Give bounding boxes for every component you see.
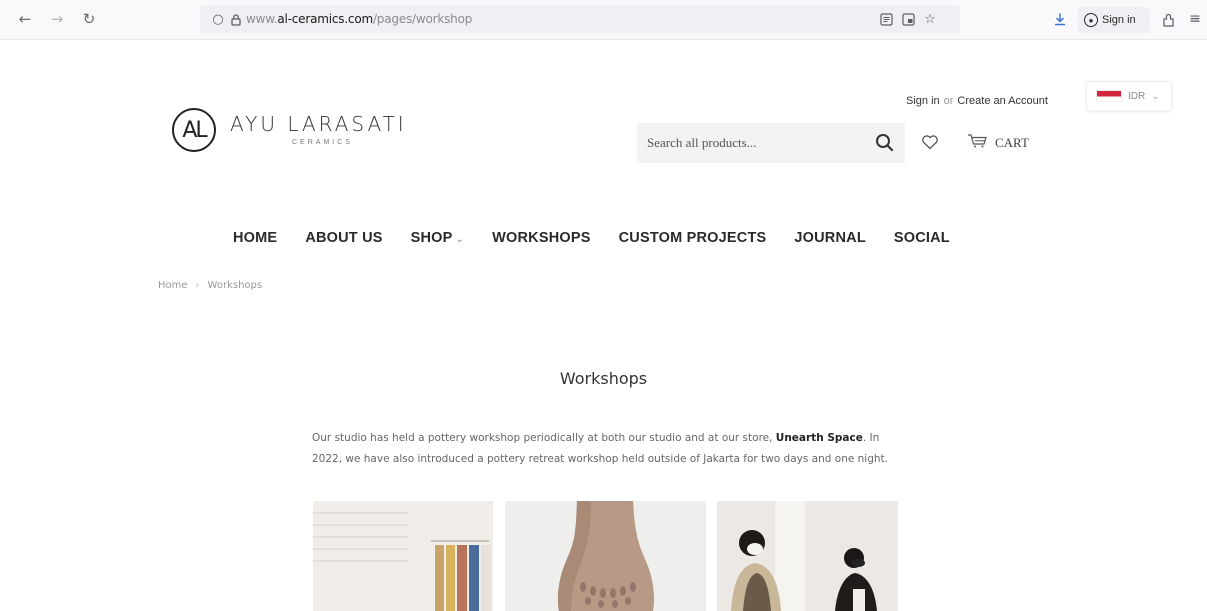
download-icon[interactable]	[1050, 9, 1070, 29]
cart-link[interactable]: CART	[967, 133, 1029, 153]
lock-icon[interactable]	[228, 11, 244, 27]
or-separator: or	[943, 95, 954, 107]
url-path: /pages/workshop	[372, 12, 473, 26]
workshop-photo-studio[interactable]	[313, 501, 493, 611]
chevron-down-icon: ⌄	[455, 234, 465, 245]
heart-icon[interactable]	[920, 132, 940, 152]
nav-item-shop-label: SHOP	[410, 230, 453, 246]
account-links: Sign in or Create an Account	[906, 95, 1048, 107]
currency-code: IDR	[1128, 90, 1146, 102]
cart-label: CART	[995, 135, 1029, 150]
reader-view-icon[interactable]	[878, 11, 894, 27]
intro-paragraph: Our studio has held a pottery workshop p…	[312, 428, 902, 470]
back-icon[interactable]: ←	[14, 8, 36, 30]
main-nav: HOME ABOUT US SHOP ⌄ WORKSHOPS CUSTOM PRO…	[233, 230, 978, 246]
sign-in-link[interactable]: Sign in	[906, 95, 940, 107]
browser-signin-label: Sign in	[1102, 14, 1136, 26]
currency-selector[interactable]: IDR ⌄	[1086, 81, 1172, 111]
url-prefix: www.	[246, 12, 278, 26]
address-bar[interactable]: ○ www.al-ceramics.com/pages/workshop ☆	[200, 5, 960, 33]
unearth-space-link[interactable]: Unearth Space	[776, 432, 863, 444]
browser-toolbar: ← → ↻ ○ www.al-ceramics.com/pages/worksh…	[0, 0, 1207, 40]
nav-item-custom-projects[interactable]: CUSTOM PROJECTS	[619, 230, 767, 246]
menu-icon[interactable]: ≡	[1185, 9, 1205, 29]
extensions-icon[interactable]	[1158, 9, 1178, 29]
breadcrumb-current: Workshops	[207, 280, 263, 291]
nav-item-journal[interactable]: JOURNAL	[794, 230, 866, 246]
browser-signin-button[interactable]: ● Sign in	[1078, 7, 1150, 33]
breadcrumb-separator: ›	[195, 280, 200, 291]
create-account-link[interactable]: Create an Account	[957, 95, 1048, 107]
url-domain: al-ceramics.com	[277, 12, 373, 26]
search-box	[637, 123, 905, 163]
chevron-down-icon: ⌄	[1151, 90, 1160, 102]
bookmark-star-icon[interactable]: ☆	[922, 11, 938, 27]
logo-mark[interactable]: AL	[172, 108, 216, 152]
nav-item-workshops[interactable]: WORKSHOPS	[492, 230, 590, 246]
nav-item-about-us[interactable]: ABOUT US	[305, 230, 382, 246]
breadcrumb-home[interactable]: Home	[158, 280, 188, 291]
search-input[interactable]	[647, 134, 857, 152]
tracking-shield-icon[interactable]: ○	[210, 11, 226, 27]
indonesia-flag-icon	[1096, 90, 1122, 102]
search-icon[interactable]	[874, 132, 896, 154]
cart-icon	[967, 133, 989, 153]
pip-icon[interactable]	[900, 11, 916, 27]
brand-name[interactable]: AYU LARASATI	[230, 112, 407, 136]
breadcrumb: Home › Workshops	[158, 280, 262, 291]
forward-icon[interactable]: →	[46, 8, 68, 30]
intro-text-start: Our studio has held a pottery workshop p…	[312, 432, 776, 444]
workshop-photo-participants[interactable]	[717, 501, 898, 611]
url-text[interactable]: www.al-ceramics.com/pages/workshop	[246, 12, 472, 26]
workshop-photo-pottery[interactable]	[505, 501, 706, 611]
brand-subtitle: CERAMICS	[292, 139, 353, 146]
nav-item-shop[interactable]: SHOP ⌄	[411, 230, 465, 246]
page-title: Workshops	[559, 369, 648, 388]
nav-item-social[interactable]: SOCIAL	[894, 230, 950, 246]
nav-item-home[interactable]: HOME	[233, 230, 277, 246]
account-icon: ●	[1084, 13, 1098, 27]
reload-icon[interactable]: ↻	[78, 8, 100, 30]
